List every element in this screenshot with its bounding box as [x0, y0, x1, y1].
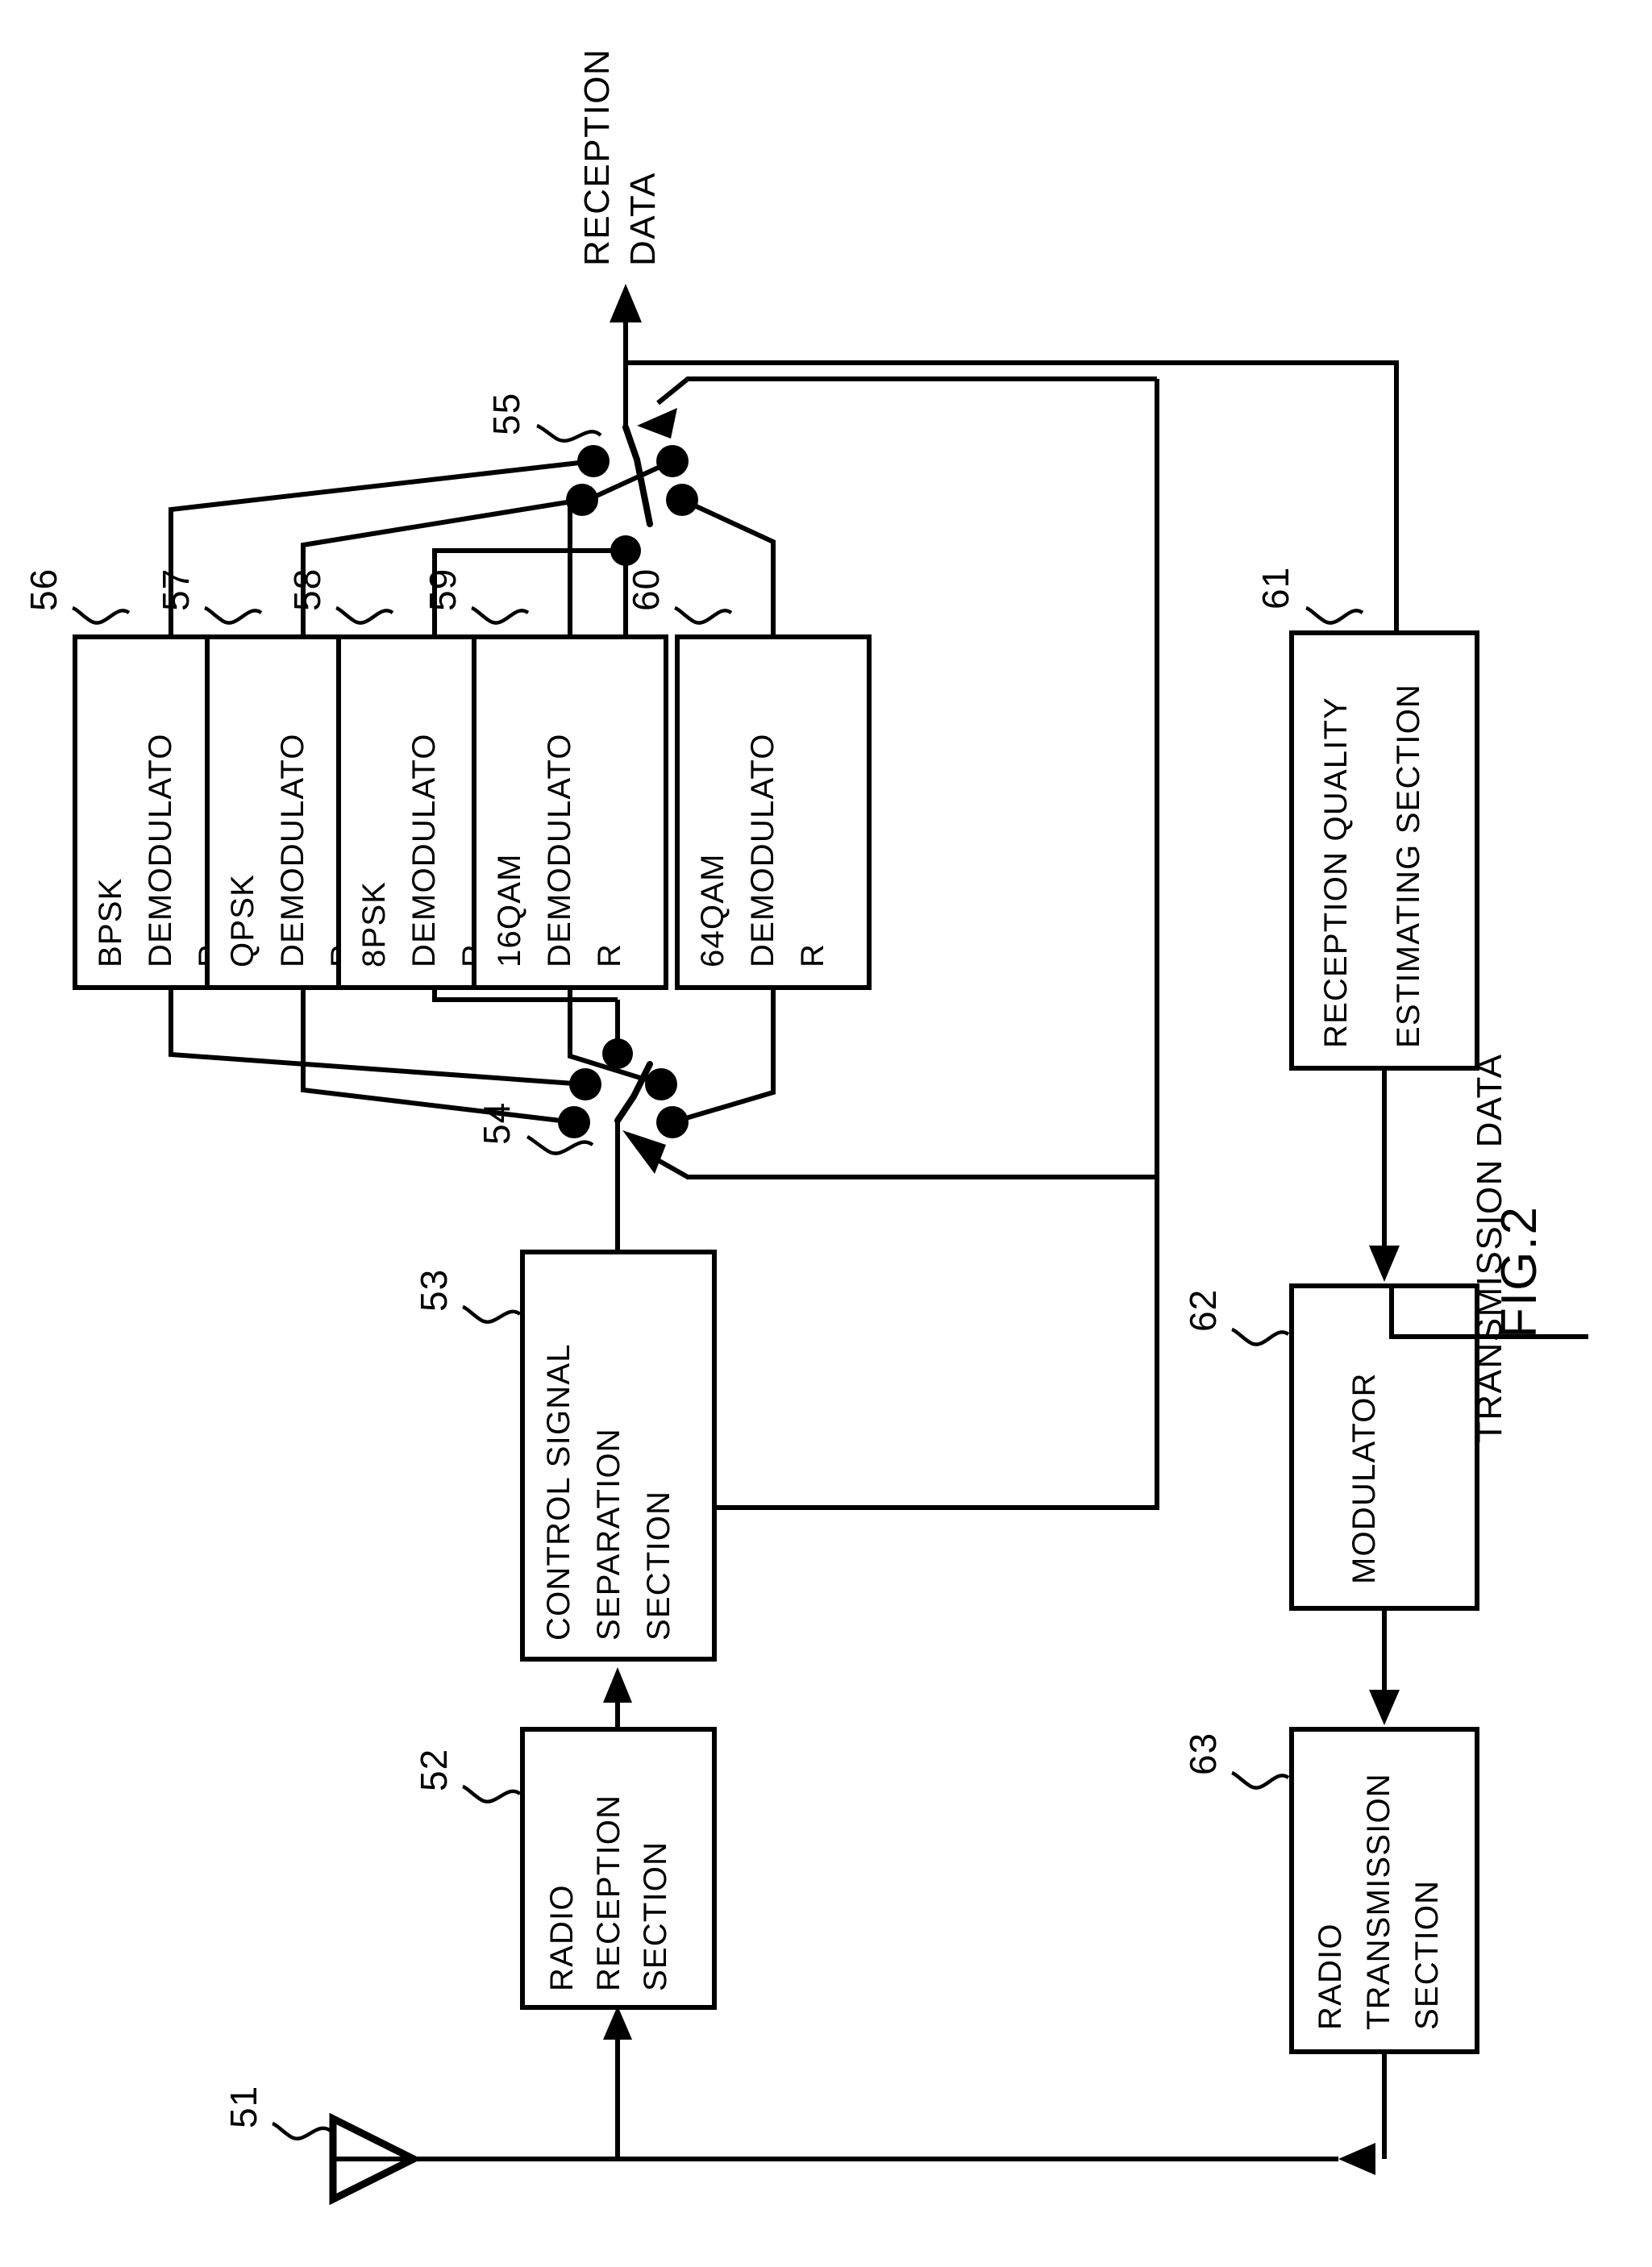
block-59-line2: DEMODULATO [542, 733, 577, 967]
block-61-line1: RECEPTION QUALITY [1318, 697, 1354, 1048]
reception-data-label-line2: DATA [623, 172, 663, 266]
reception-data-label-line1: RECEPTION [577, 48, 617, 266]
ref-57: 57 [155, 568, 197, 611]
ref-62: 62 [1182, 1289, 1224, 1332]
block-60-line2: DEMODULATO [745, 733, 780, 967]
ref-63: 63 [1182, 1732, 1224, 1775]
block-56-line2: DEMODULATO [143, 733, 178, 967]
block-58-line1: 8PSK [356, 881, 392, 967]
ref-51: 51 [223, 2086, 264, 2128]
block-59-line1: 16QAM [492, 853, 527, 967]
block-62-line1: MODULATOR [1346, 1372, 1382, 1584]
ref-60: 60 [625, 568, 667, 611]
ref-54: 54 [476, 1102, 518, 1145]
ref-53: 53 [413, 1269, 455, 1312]
ref-56: 56 [23, 568, 64, 611]
block-53-line3: SECTION [641, 1491, 676, 1641]
ref-61: 61 [1255, 567, 1296, 609]
block-52-line2: RECEPTION [591, 1795, 626, 1991]
figure-sheet: 51 RADIO RECEPTION SECTION 52 CONTROL SI… [0, 0, 1652, 2267]
block-57-line2: DEMODULATO [275, 733, 310, 967]
block-52-line1: RADIO [544, 1884, 580, 1991]
block-59-line3: R [592, 943, 627, 967]
block-60-line1: 64QAM [695, 853, 730, 967]
block-53-line1: CONTROL SIGNAL [541, 1343, 576, 1641]
block-61-line2: ESTIMATING SECTION [1391, 684, 1426, 1048]
figure-caption: FIG.2 [1492, 1205, 1547, 1338]
block-63-line3: SECTION [1409, 1880, 1445, 2030]
ref-52: 52 [413, 1749, 455, 1791]
block-56-line1: BPSK [93, 877, 128, 967]
ref-55: 55 [485, 393, 527, 435]
block-53-line2: SEPARATION [591, 1428, 626, 1641]
block-58-line2: DEMODULATO [406, 733, 442, 967]
block-60-line3: R [795, 943, 830, 967]
block-63-line1: RADIO [1313, 1923, 1348, 2030]
block-63-line2: TRANSMISSION [1361, 1773, 1396, 2030]
block-52-line3: SECTION [638, 1841, 673, 1991]
ref-59: 59 [422, 568, 464, 611]
ref-58: 58 [286, 568, 328, 611]
block-57-line1: QPSK [225, 874, 260, 967]
